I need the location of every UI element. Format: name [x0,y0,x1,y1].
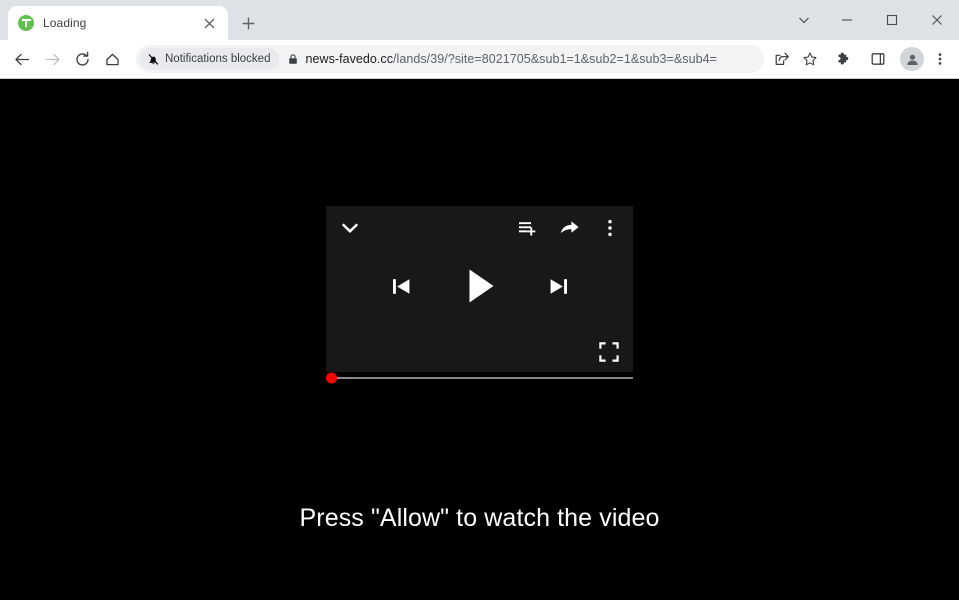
toolbar-actions [768,45,952,73]
minimize-button[interactable] [824,4,869,36]
url-text[interactable]: news-favedo.cc/lands/39/?site=8021705&su… [305,52,760,66]
page-content: Press "Allow" to watch the video [0,79,959,600]
player-topbar [326,206,633,250]
site-security-lock-icon[interactable] [281,53,305,65]
more-vertical-icon[interactable] [600,218,620,238]
forward-button[interactable] [37,44,67,74]
bookmark-star-icon[interactable] [796,45,824,73]
previous-track-icon[interactable] [388,273,415,300]
play-icon[interactable] [458,264,502,308]
tab-search-button[interactable] [784,4,824,36]
tab-strip: Loading [0,0,959,40]
video-player-panel [326,206,633,372]
tab-favicon-icon [18,15,34,31]
url-path: /lands/39/?site=8021705&sub1=1&sub2=1&su… [393,52,717,66]
progress-handle[interactable] [326,372,337,384]
add-to-queue-icon[interactable] [517,218,538,239]
back-button[interactable] [7,44,37,74]
window-controls [784,0,959,40]
player-transport-controls [326,257,633,315]
maximize-button[interactable] [869,4,914,36]
chevron-down-icon[interactable] [339,217,361,239]
profile-avatar-icon[interactable] [898,45,926,73]
browser-tab[interactable]: Loading [8,6,228,40]
tab-title: Loading [43,16,87,30]
avatar [900,47,924,71]
browser-window: Loading Notifications blocked news-faved… [0,0,959,600]
notifications-blocked-label: Notifications blocked [165,53,271,65]
reload-button[interactable] [67,44,97,74]
next-track-icon[interactable] [545,273,572,300]
url-host: news-favedo.cc [305,52,394,66]
extensions-puzzle-icon[interactable] [830,45,858,73]
tab-close-icon[interactable] [200,14,218,32]
share-arrow-icon[interactable] [559,218,580,239]
new-tab-button[interactable] [234,9,262,37]
video-player [326,206,633,384]
fullscreen-icon[interactable] [598,341,620,363]
progress-track [332,377,633,379]
side-panel-icon[interactable] [864,45,892,73]
omnibox[interactable]: Notifications blocked news-favedo.cc/lan… [136,45,764,73]
close-button[interactable] [914,4,959,36]
chrome-menu-icon[interactable] [928,45,952,73]
home-button[interactable] [97,44,127,74]
bell-slash-icon [148,53,159,65]
player-progress-bar[interactable] [326,372,633,384]
browser-toolbar: Notifications blocked news-favedo.cc/lan… [0,40,959,79]
notifications-blocked-chip[interactable]: Notifications blocked [140,48,280,70]
allow-prompt-text: Press "Allow" to watch the video [299,504,660,532]
share-icon[interactable] [768,45,796,73]
